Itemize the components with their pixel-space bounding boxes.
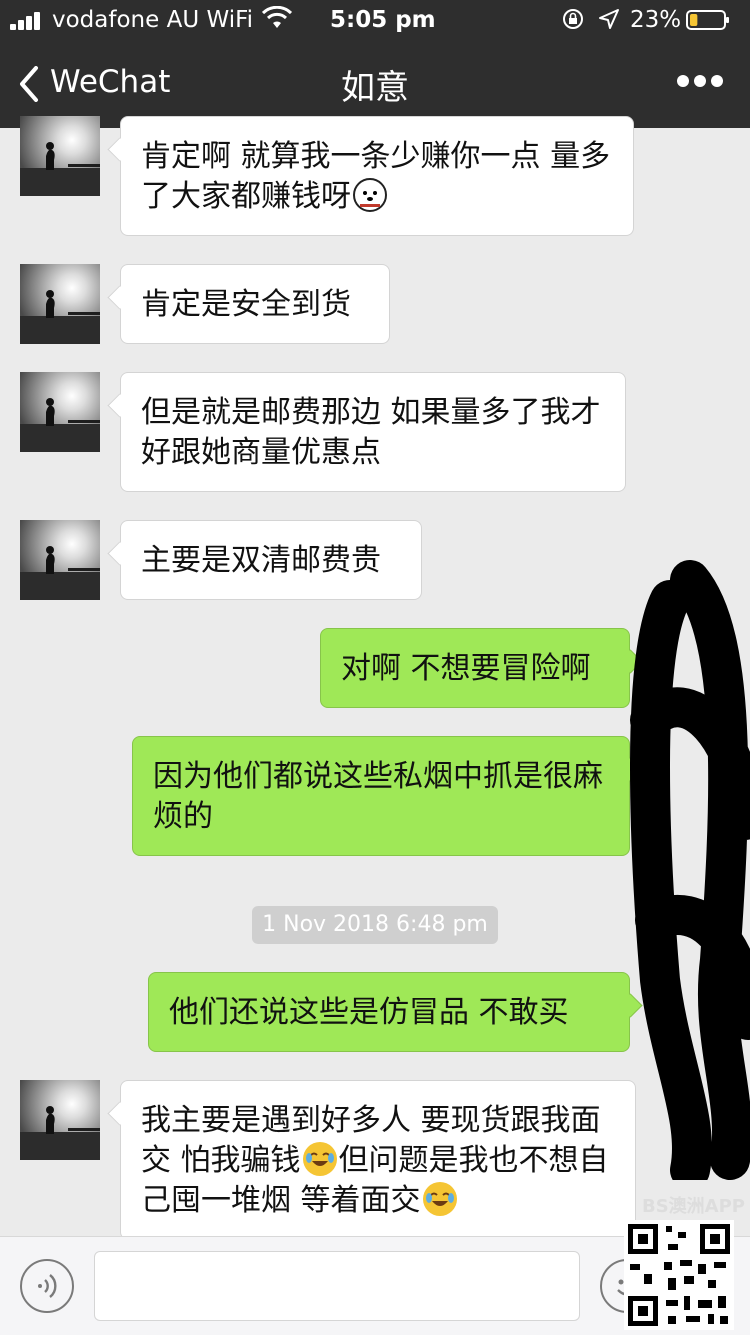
qr-code-icon <box>624 1220 734 1330</box>
voice-input-button[interactable] <box>20 1259 74 1313</box>
contact-avatar[interactable] <box>20 520 100 600</box>
message-text: 因为他们都说这些私烟中抓是很麻烦的 <box>153 759 603 834</box>
chat-title: 如意 <box>341 68 409 108</box>
top-bar: vodafone AU WiFi 5:05 pm 23% WeChat 如意 <box>0 0 750 128</box>
orientation-lock-icon <box>563 9 583 29</box>
message-bubble-incoming[interactable]: 我主要是遇到好多人 要现货跟我面交 怕我骗钱 但问题是我也不想自己囤一堆烟 等着面… <box>120 1080 636 1240</box>
redaction-scribble <box>630 560 750 1180</box>
dog-face-emoji-icon <box>353 178 387 212</box>
wifi-icon <box>262 6 292 28</box>
contact-avatar[interactable] <box>20 116 100 196</box>
message-bubble-outgoing[interactable]: 因为他们都说这些私烟中抓是很麻烦的 <box>132 736 630 856</box>
message-bubble-incoming[interactable]: 肯定啊 就算我一条少赚你一点 量多了大家都赚钱呀 <box>120 116 634 236</box>
message-bubble-outgoing[interactable]: 对啊 不想要冒险啊 <box>320 628 630 708</box>
voice-wave-icon <box>38 1274 57 1298</box>
battery-icon <box>686 10 729 30</box>
status-bar: vodafone AU WiFi 5:05 pm 23% <box>0 0 750 40</box>
message-bubble-outgoing[interactable]: 他们还说这些是仿冒品 不敢买 <box>148 972 630 1052</box>
battery-percent: 23% <box>630 7 682 33</box>
carrier-name: vodafone AU WiFi <box>52 7 254 33</box>
watermark-label: BS澳洲APP <box>642 1196 745 1217</box>
message-bubble-incoming[interactable]: 肯定是安全到货 <box>120 264 390 344</box>
crying-laughing-emoji-icon <box>422 1182 457 1216</box>
contact-avatar[interactable] <box>20 372 100 452</box>
crying-laughing-emoji-icon <box>302 1142 337 1176</box>
message-text: 但是就是邮费那边 如果量多了我才好跟她商量优惠点 <box>141 395 601 470</box>
navigation-bar: WeChat 如意 <box>0 40 750 128</box>
contact-avatar[interactable] <box>20 264 100 344</box>
message-text: 他们还说这些是仿冒品 不敢买 <box>169 995 569 1030</box>
clock: 5:05 pm <box>330 7 436 33</box>
signal-strength-icon <box>10 12 46 30</box>
message-bubble-incoming[interactable]: 但是就是邮费那边 如果量多了我才好跟她商量优惠点 <box>120 372 626 492</box>
message-input[interactable] <box>94 1251 580 1321</box>
message-text: 肯定是安全到货 <box>141 287 351 322</box>
message-text: 对啊 不想要冒险啊 <box>341 651 591 686</box>
message-bubble-incoming[interactable]: 主要是双清邮费贵 <box>120 520 422 600</box>
contact-avatar[interactable] <box>20 1080 100 1160</box>
message-text: 主要是双清邮费贵 <box>141 543 381 578</box>
more-options-icon[interactable] <box>676 74 724 88</box>
timestamp-label: 1 Nov 2018 6:48 pm <box>252 906 498 944</box>
location-arrow-icon <box>599 9 619 29</box>
